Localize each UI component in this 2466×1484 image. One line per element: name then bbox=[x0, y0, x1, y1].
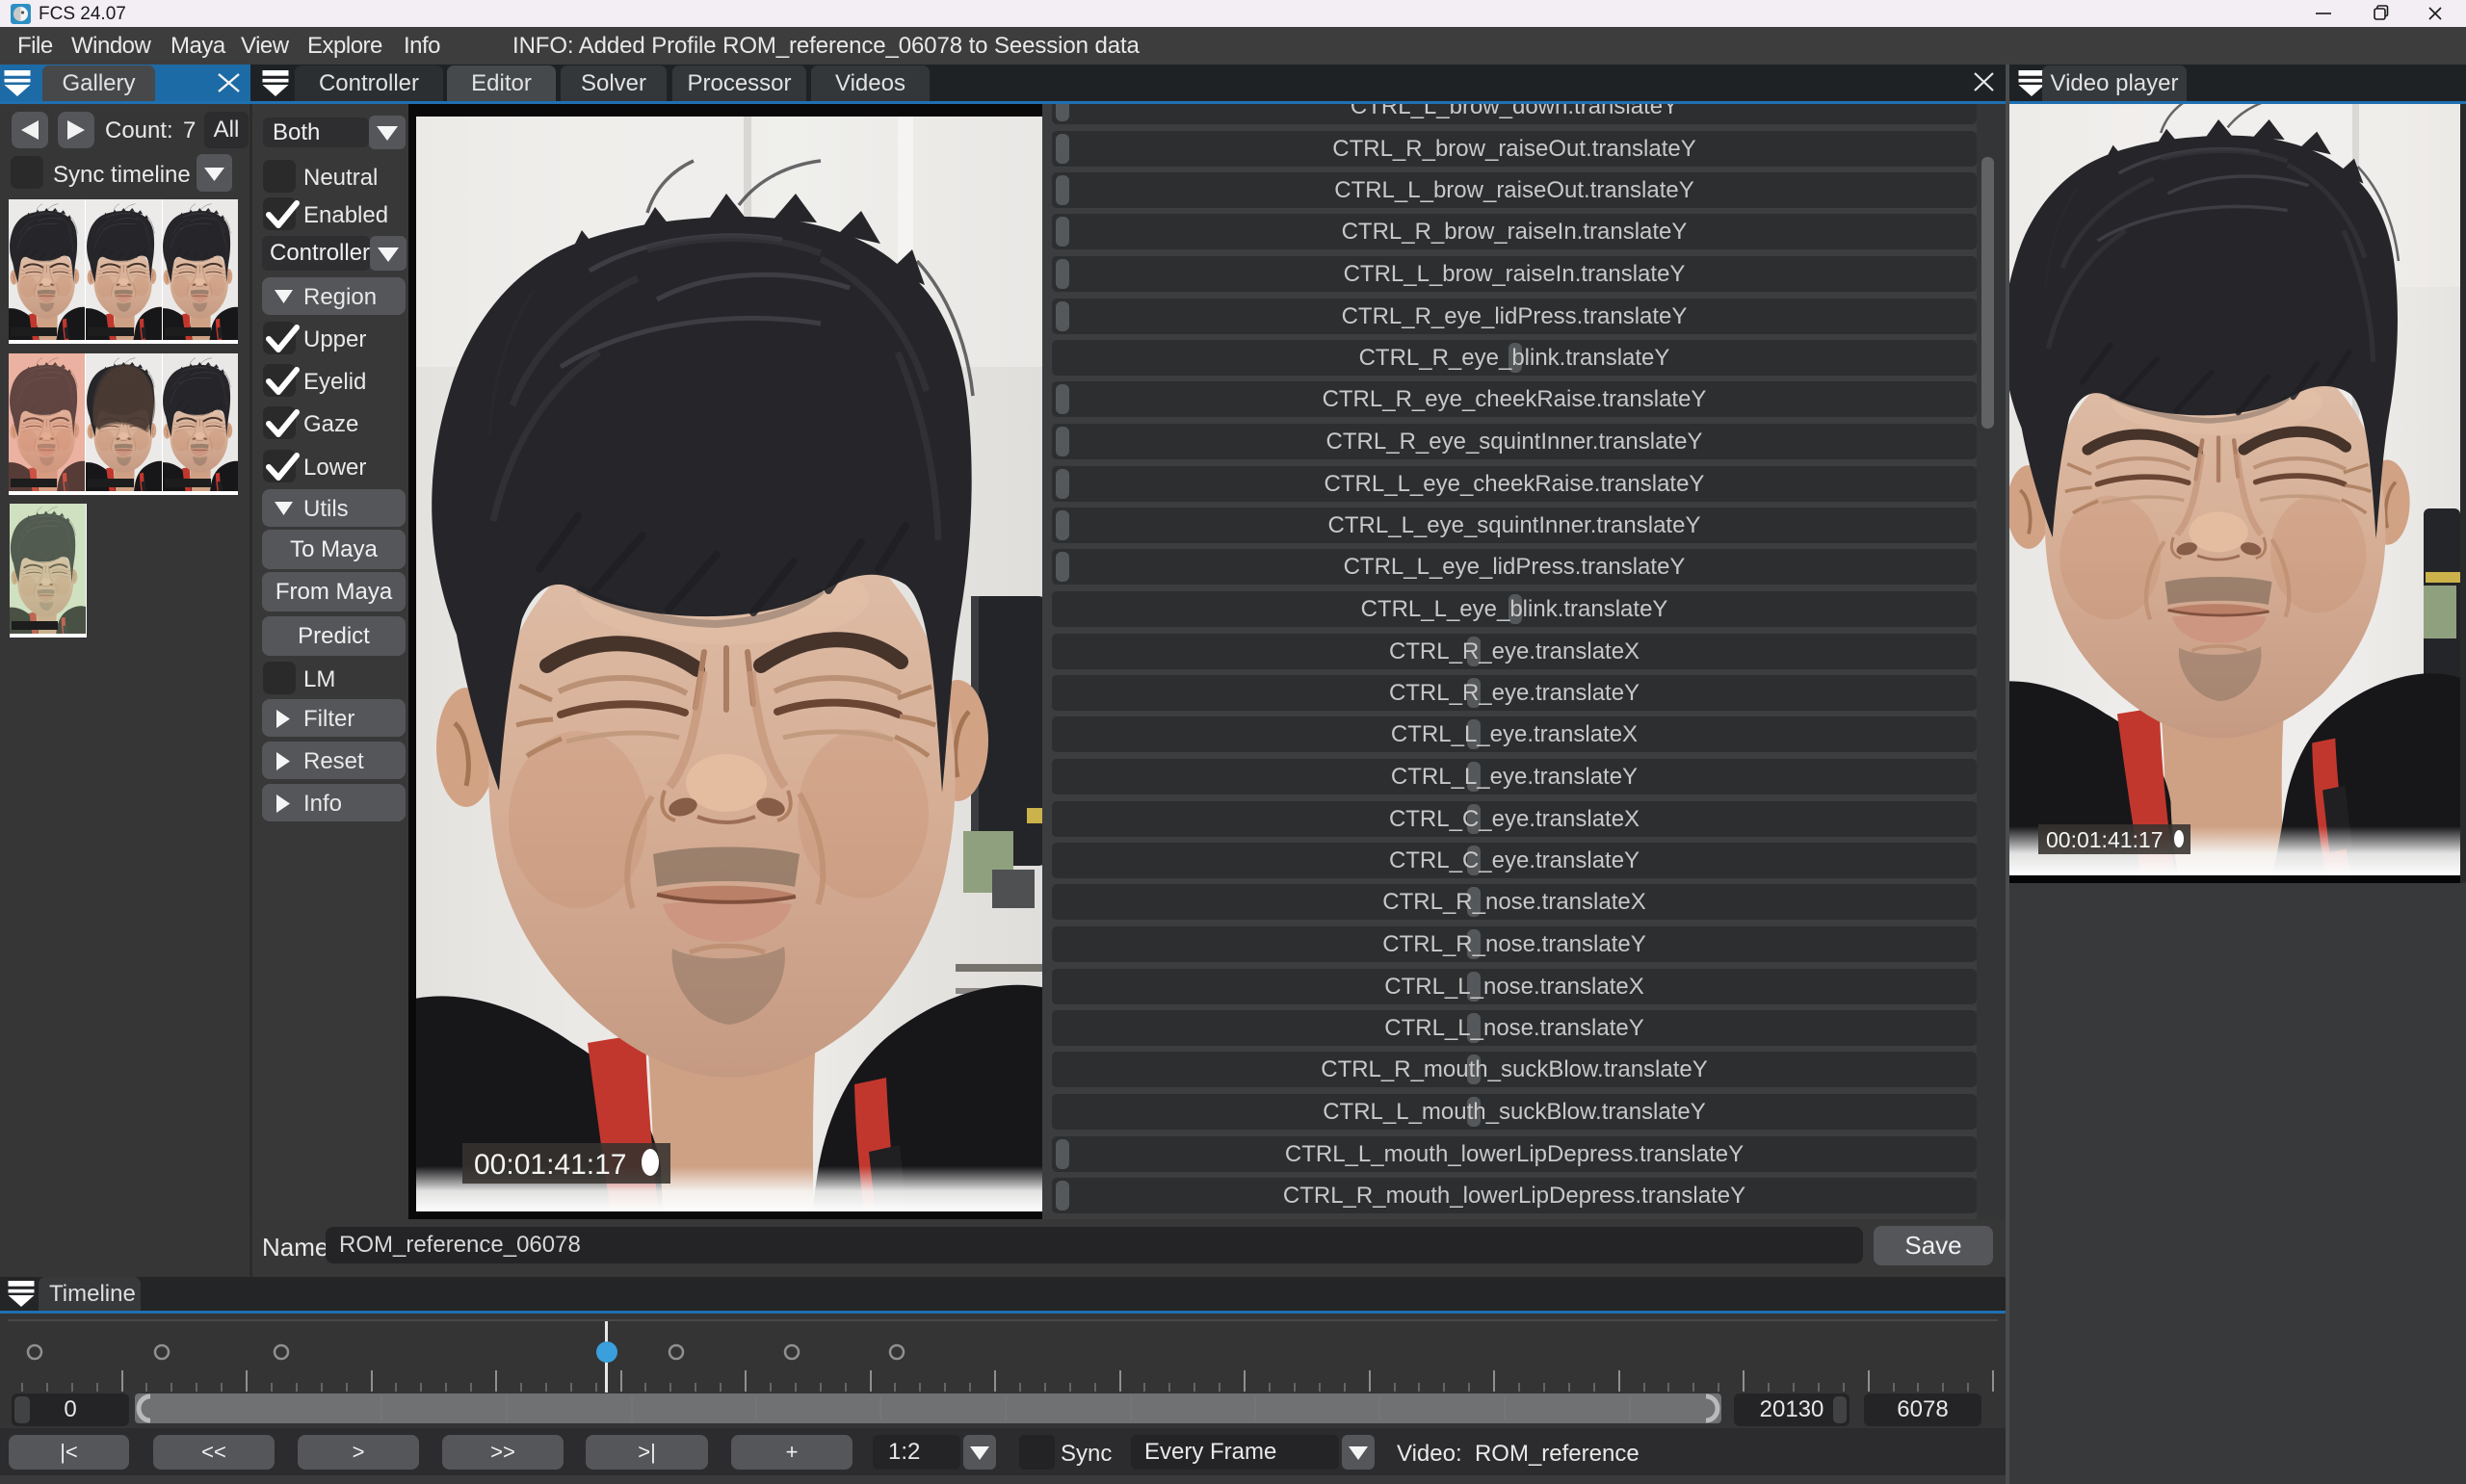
svg-text:00:01:41:17: 00:01:41:17 bbox=[474, 1149, 626, 1181]
svg-text:00:01:41:17: 00:01:41:17 bbox=[2046, 827, 2164, 852]
